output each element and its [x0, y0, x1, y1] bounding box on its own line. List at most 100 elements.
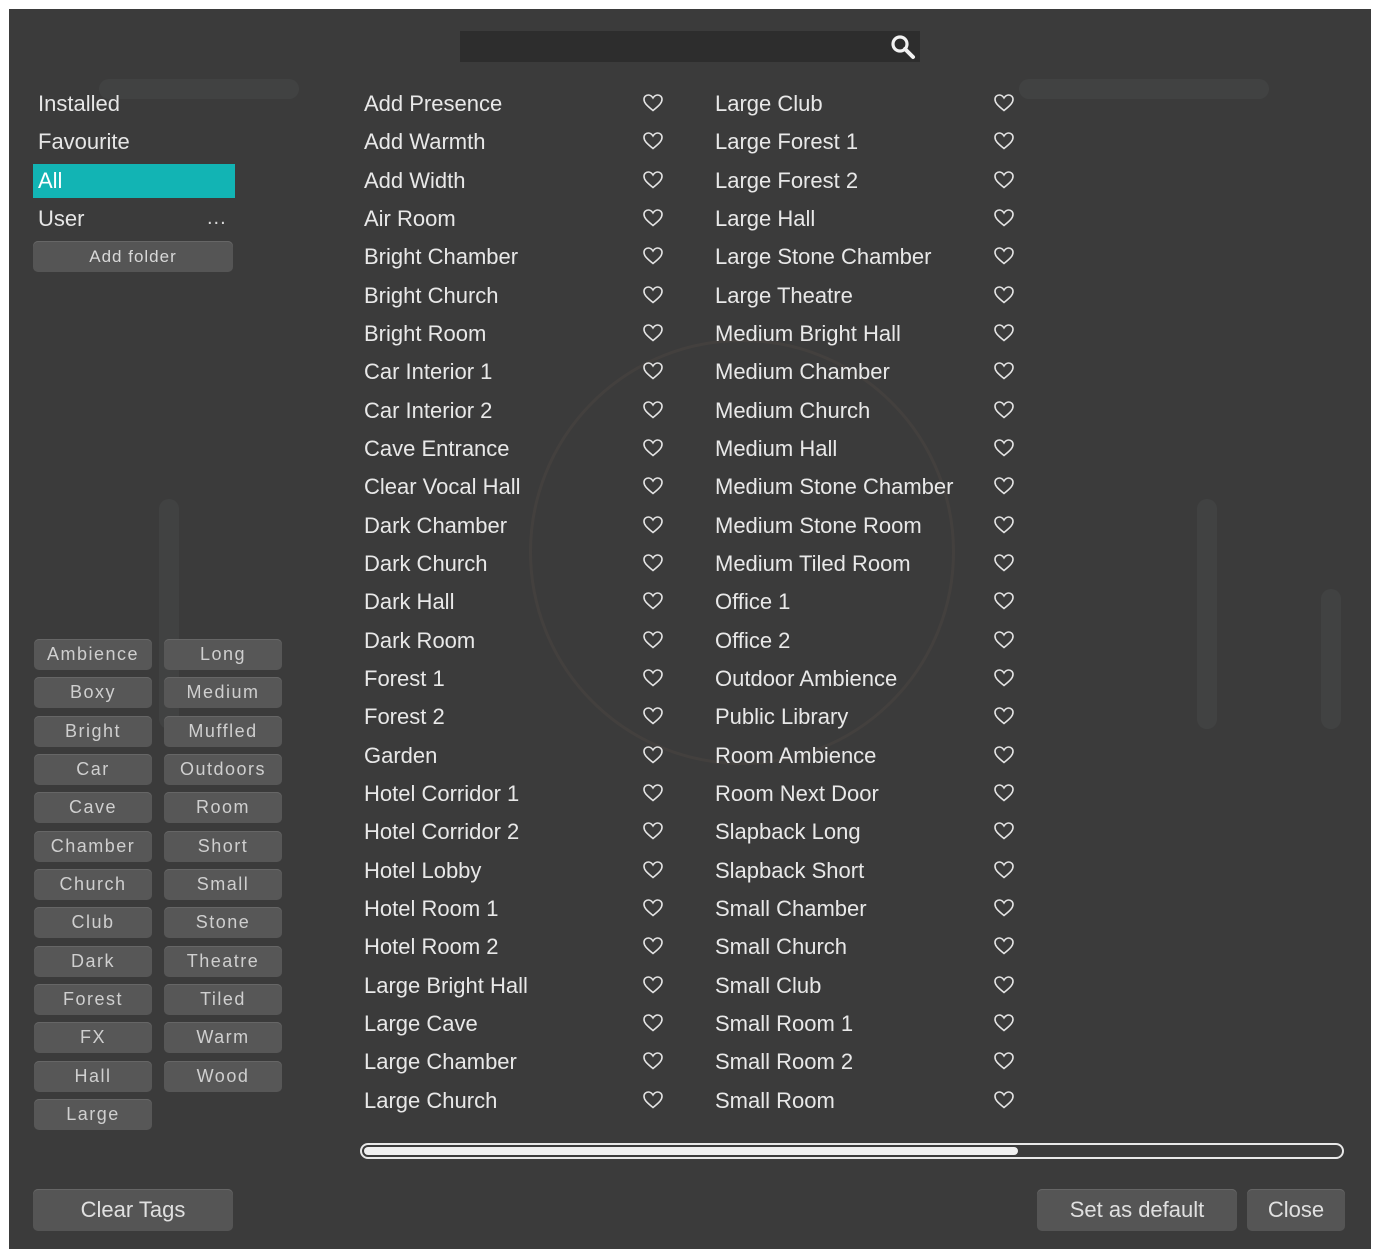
- preset-item[interactable]: Clear Vocal Hall: [364, 470, 521, 504]
- heart-outline-icon[interactable]: [642, 1090, 664, 1110]
- heart-outline-icon[interactable]: [993, 170, 1015, 190]
- tag-button-hall[interactable]: Hall: [34, 1060, 152, 1092]
- preset-item[interactable]: Medium Tiled Room: [715, 547, 911, 581]
- heart-outline-icon[interactable]: [993, 285, 1015, 305]
- heart-outline-icon[interactable]: [993, 1051, 1015, 1071]
- heart-outline-icon[interactable]: [993, 93, 1015, 113]
- tag-button-car[interactable]: Car: [34, 753, 152, 785]
- preset-item[interactable]: Garden: [364, 739, 437, 773]
- preset-item[interactable]: Bright Church: [364, 279, 499, 313]
- heart-outline-icon[interactable]: [993, 476, 1015, 496]
- preset-item[interactable]: Large Cave: [364, 1007, 478, 1041]
- heart-outline-icon[interactable]: [993, 361, 1015, 381]
- tag-button-chamber[interactable]: Chamber: [34, 830, 152, 862]
- preset-item[interactable]: Car Interior 2: [364, 394, 492, 428]
- heart-outline-icon[interactable]: [642, 515, 664, 535]
- heart-outline-icon[interactable]: [642, 936, 664, 956]
- preset-item[interactable]: Hotel Room 2: [364, 930, 499, 964]
- tag-button-forest[interactable]: Forest: [34, 983, 152, 1015]
- preset-item[interactable]: Medium Hall: [715, 432, 837, 466]
- search-icon[interactable]: [890, 34, 916, 60]
- preset-item[interactable]: Hotel Room 1: [364, 892, 499, 926]
- heart-outline-icon[interactable]: [642, 975, 664, 995]
- heart-outline-icon[interactable]: [642, 553, 664, 573]
- heart-outline-icon[interactable]: [642, 208, 664, 228]
- heart-outline-icon[interactable]: [642, 1051, 664, 1071]
- tag-button-room[interactable]: Room: [164, 792, 282, 824]
- preset-item[interactable]: Outdoor Ambience: [715, 662, 897, 696]
- category-user[interactable]: User: [33, 202, 235, 236]
- preset-item[interactable]: Dark Room: [364, 624, 475, 658]
- heart-outline-icon[interactable]: [993, 745, 1015, 765]
- heart-outline-icon[interactable]: [993, 936, 1015, 956]
- clear-tags-button[interactable]: Clear Tags: [33, 1189, 233, 1231]
- preset-item[interactable]: Large Church: [364, 1084, 497, 1118]
- heart-outline-icon[interactable]: [642, 323, 664, 343]
- scrollbar-thumb[interactable]: [364, 1147, 1018, 1155]
- heart-outline-icon[interactable]: [642, 1013, 664, 1033]
- heart-outline-icon[interactable]: [993, 668, 1015, 688]
- preset-item[interactable]: Office 2: [715, 624, 790, 658]
- heart-outline-icon[interactable]: [642, 591, 664, 611]
- preset-item[interactable]: Large Club: [715, 87, 823, 121]
- horizontal-scrollbar[interactable]: [360, 1143, 1344, 1159]
- tag-button-short[interactable]: Short: [164, 830, 282, 862]
- tag-button-large[interactable]: Large: [34, 1098, 152, 1130]
- tag-button-boxy[interactable]: Boxy: [34, 677, 152, 709]
- preset-item[interactable]: Large Stone Chamber: [715, 240, 931, 274]
- heart-outline-icon[interactable]: [993, 706, 1015, 726]
- preset-item[interactable]: Add Warmth: [364, 125, 485, 159]
- heart-outline-icon[interactable]: [642, 860, 664, 880]
- heart-outline-icon[interactable]: [642, 285, 664, 305]
- heart-outline-icon[interactable]: [642, 361, 664, 381]
- search-bar[interactable]: [460, 31, 920, 62]
- preset-item[interactable]: Large Chamber: [364, 1045, 517, 1079]
- preset-item[interactable]: Small Room 1: [715, 1007, 853, 1041]
- tag-button-church[interactable]: Church: [34, 868, 152, 900]
- preset-item[interactable]: Small Club: [715, 969, 821, 1003]
- preset-item[interactable]: Office 1: [715, 585, 790, 619]
- preset-item[interactable]: Dark Hall: [364, 585, 454, 619]
- preset-item[interactable]: Room Next Door: [715, 777, 879, 811]
- preset-item[interactable]: Room Ambience: [715, 739, 876, 773]
- heart-outline-icon[interactable]: [642, 630, 664, 650]
- heart-outline-icon[interactable]: [993, 821, 1015, 841]
- heart-outline-icon[interactable]: [642, 668, 664, 688]
- heart-outline-icon[interactable]: [642, 821, 664, 841]
- preset-item[interactable]: Medium Stone Room: [715, 509, 922, 543]
- preset-item[interactable]: Dark Church: [364, 547, 487, 581]
- heart-outline-icon[interactable]: [642, 131, 664, 151]
- tag-button-tiled[interactable]: Tiled: [164, 983, 282, 1015]
- heart-outline-icon[interactable]: [993, 400, 1015, 420]
- category-installed[interactable]: Installed: [33, 87, 235, 121]
- preset-item[interactable]: Air Room: [364, 202, 456, 236]
- heart-outline-icon[interactable]: [642, 246, 664, 266]
- close-button[interactable]: Close: [1247, 1189, 1345, 1231]
- tag-button-warm[interactable]: Warm: [164, 1022, 282, 1054]
- heart-outline-icon[interactable]: [642, 898, 664, 918]
- tag-button-wood[interactable]: Wood: [164, 1060, 282, 1092]
- preset-item[interactable]: Medium Chamber: [715, 355, 890, 389]
- heart-outline-icon[interactable]: [993, 553, 1015, 573]
- tag-button-small[interactable]: Small: [164, 868, 282, 900]
- add-folder-button[interactable]: Add folder: [33, 241, 233, 272]
- heart-outline-icon[interactable]: [642, 400, 664, 420]
- heart-outline-icon[interactable]: [642, 745, 664, 765]
- preset-item[interactable]: Forest 1: [364, 662, 445, 696]
- preset-item[interactable]: Hotel Lobby: [364, 854, 481, 888]
- heart-outline-icon[interactable]: [993, 975, 1015, 995]
- heart-outline-icon[interactable]: [993, 1090, 1015, 1110]
- heart-outline-icon[interactable]: [993, 591, 1015, 611]
- preset-item[interactable]: Small Room 2: [715, 1045, 853, 1079]
- user-more-button[interactable]: ...: [207, 207, 227, 230]
- preset-item[interactable]: Add Presence: [364, 87, 502, 121]
- set-as-default-button[interactable]: Set as default: [1037, 1189, 1237, 1231]
- preset-item[interactable]: Large Forest 1: [715, 125, 858, 159]
- heart-outline-icon[interactable]: [993, 630, 1015, 650]
- preset-item[interactable]: Small Chamber: [715, 892, 867, 926]
- preset-item[interactable]: Bright Chamber: [364, 240, 518, 274]
- preset-item[interactable]: Small Church: [715, 930, 847, 964]
- tag-button-dark[interactable]: Dark: [34, 945, 152, 977]
- preset-item[interactable]: Cave Entrance: [364, 432, 510, 466]
- tag-button-ambience[interactable]: Ambience: [34, 639, 152, 670]
